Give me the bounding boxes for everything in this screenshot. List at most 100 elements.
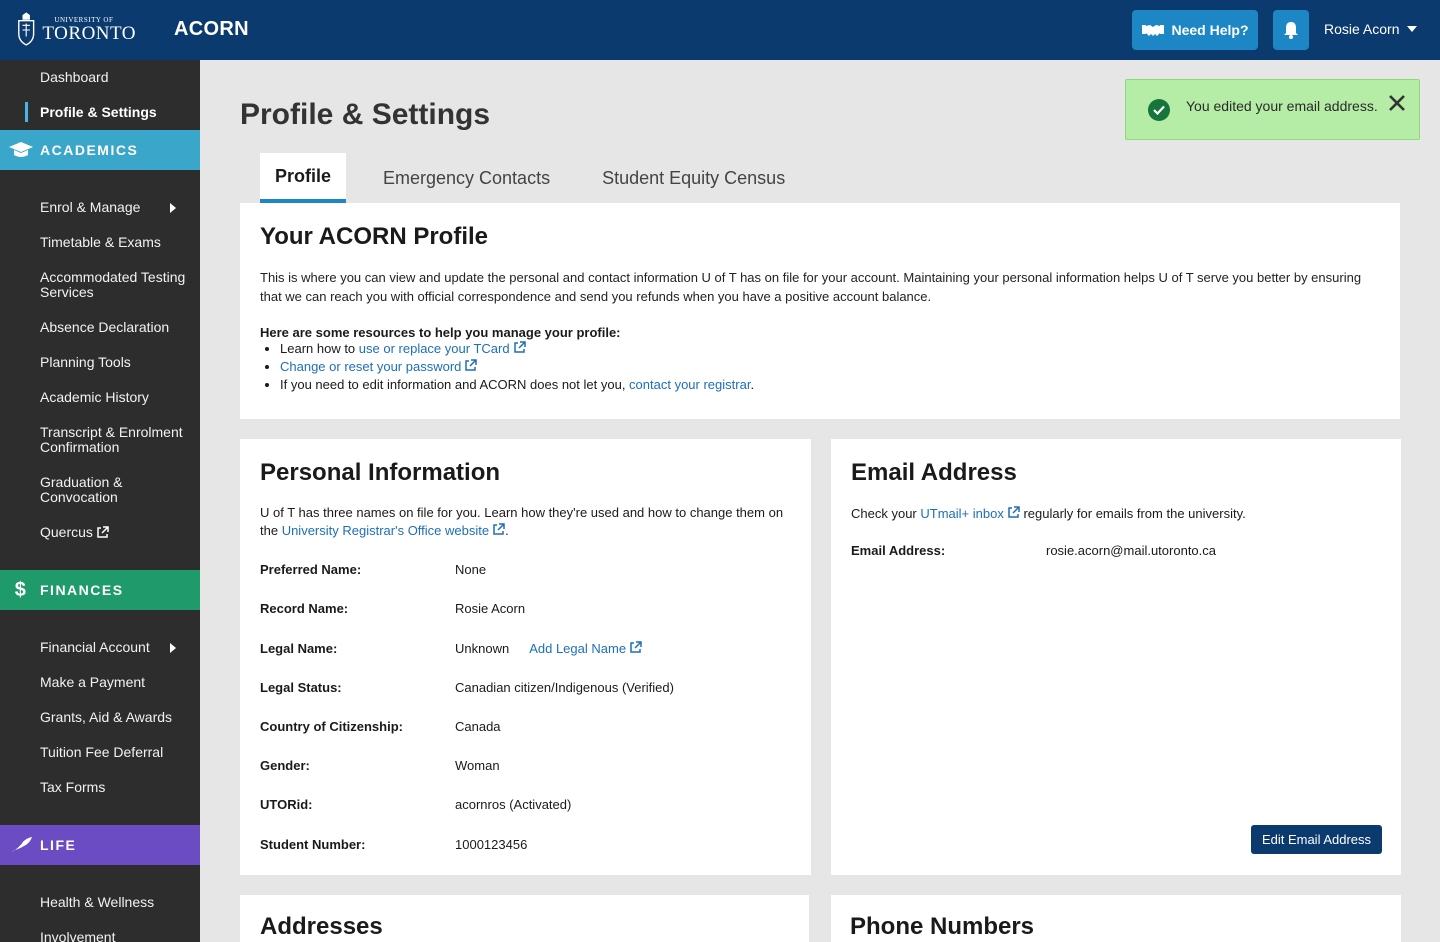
edit-email-button[interactable]: Edit Email Address (1251, 825, 1382, 854)
tab-emergency-contacts[interactable]: Emergency Contacts (383, 153, 550, 203)
addresses-card: Addresses (240, 895, 809, 942)
sidebar-item-tax-forms[interactable]: Tax Forms (40, 780, 190, 795)
phone-numbers-card: Phone Numbers (831, 895, 1401, 942)
profile-description: This is where you can view and update th… (260, 270, 1362, 304)
sidebar-section-academics[interactable]: ACADEMICS (0, 130, 200, 170)
info-row-legal-name: Legal Name: Unknown Add Legal Name (260, 641, 642, 656)
need-help-button[interactable]: Need Help? (1132, 10, 1258, 50)
check-circle-icon (1148, 99, 1170, 121)
notifications-button[interactable] (1273, 10, 1309, 50)
caret-down-icon (1407, 26, 1418, 32)
personal-heading: Personal Information (260, 459, 501, 486)
field-value: Canada (455, 719, 501, 734)
info-row-record-name: Record Name: Rosie Acorn (260, 601, 525, 616)
sidebar-item-academic-history[interactable]: Academic History (40, 390, 190, 405)
user-menu[interactable]: Rosie Acorn (1324, 21, 1418, 37)
personal-intro: U of T has three names on file for you. … (260, 504, 791, 540)
email-intro-suffix: regularly for emails from the university… (1019, 506, 1246, 521)
add-legal-name-link[interactable]: Add Legal Name (529, 641, 626, 656)
sidebar-item-make-payment[interactable]: Make a Payment (40, 675, 190, 690)
sidebar-item-quercus[interactable]: Quercus (40, 525, 190, 540)
external-link-icon (630, 641, 642, 653)
close-icon[interactable] (1388, 94, 1406, 112)
sidebar-item-grants-aid[interactable]: Grants, Aid & Awards (40, 710, 190, 725)
sidebar-item-involvement[interactable]: Involvement (40, 930, 190, 942)
field-label: UTORid: (260, 797, 313, 812)
handshake-icon (1142, 25, 1165, 36)
profile-heading: Your ACORN Profile (260, 223, 489, 250)
sidebar-item-health-wellness[interactable]: Health & Wellness (40, 895, 190, 910)
info-row-utorid: UTORid: acornros (Activated) (260, 797, 571, 812)
utmail-inbox-link[interactable]: UTmail+ inbox (920, 506, 1003, 521)
email-intro: Check your UTmail+ inbox regularly for e… (851, 506, 1381, 521)
sidebar-section-life[interactable]: LIFE (0, 825, 200, 865)
email-address-card: Email Address Check your UTmail+ inbox r… (831, 439, 1401, 875)
app-title[interactable]: ACORN (174, 18, 249, 41)
field-label: Gender: (260, 758, 310, 773)
sidebar-item-transcript[interactable]: Transcript & Enrolment Confirmation (40, 425, 190, 455)
sidebar-item-profile-settings[interactable]: Profile & Settings (40, 105, 190, 120)
tcard-link[interactable]: use or replace your TCard (359, 341, 510, 356)
field-value: None (455, 562, 487, 577)
list-item: If you need to edit information and ACOR… (280, 376, 1380, 394)
field-label: Legal Status: (260, 680, 342, 695)
info-row-email: Email Address: rosie.acorn@mail.utoronto… (851, 543, 1216, 558)
toast-message: You edited your email address. (1186, 98, 1378, 114)
resource-suffix: . (750, 377, 755, 392)
quercus-label: Quercus (40, 524, 93, 540)
sidebar-item-timetable-exams[interactable]: Timetable & Exams (40, 235, 190, 250)
sidebar-item-accommodated-testing[interactable]: Accommodated Testing Services (40, 270, 190, 300)
addresses-heading: Addresses (260, 913, 383, 940)
user-name: Rosie Acorn (1324, 21, 1400, 37)
feather-icon (8, 834, 34, 856)
sidebar-item-planning-tools[interactable]: Planning Tools (40, 355, 190, 370)
resource-text: Learn how to (280, 341, 359, 356)
phones-heading: Phone Numbers (850, 913, 1035, 940)
chevron-right-icon (170, 643, 176, 653)
resource-text: If you need to edit information and ACOR… (280, 377, 630, 392)
external-link-icon (97, 526, 109, 538)
sidebar-section-finances[interactable]: $ FINANCES (0, 570, 200, 610)
chevron-right-icon (170, 203, 176, 213)
contact-registrar-link[interactable]: contact your registrar (629, 377, 750, 392)
field-value: acornros (Activated) (455, 797, 572, 812)
field-label: Country of Citizenship: (260, 719, 403, 734)
sidebar-item-enrol-manage[interactable]: Enrol & Manage (40, 200, 190, 215)
info-row-student-number: Student Number: 1000123456 (260, 837, 527, 852)
tab-student-equity-census[interactable]: Student Equity Census (602, 153, 785, 203)
email-intro-text: Check your (851, 506, 921, 521)
list-item: Learn how to use or replace your TCard (280, 340, 1380, 358)
email-heading: Email Address (851, 459, 1017, 486)
dollar-icon: $ (14, 578, 28, 601)
external-link-icon (493, 523, 505, 535)
resources-list: Learn how to use or replace your TCard C… (280, 340, 1380, 394)
field-label: Record Name: (260, 601, 349, 616)
sidebar-item-absence-declaration[interactable]: Absence Declaration (40, 320, 190, 335)
acorn-profile-card: Your ACORN Profile This is where you can… (240, 203, 1400, 419)
need-help-label: Need Help? (1171, 22, 1249, 38)
sidebar-item-graduation[interactable]: Graduation & Convocation (40, 475, 190, 505)
personal-intro-suffix: . (505, 523, 509, 538)
university-logo[interactable]: UNIVERSITY OF TORONTO (16, 8, 136, 52)
sidebar-item-dashboard[interactable]: Dashboard (40, 70, 190, 85)
field-value: Unknown (455, 641, 510, 656)
registrar-office-link[interactable]: University Registrar's Office website (282, 523, 489, 538)
sidebar: Dashboard Profile & Settings ACADEMICS E… (0, 60, 200, 942)
sidebar-item-tuition-deferral[interactable]: Tuition Fee Deferral (40, 745, 190, 760)
bell-icon (1284, 22, 1298, 39)
field-value: Canadian citizen/Indigenous (Verified) (455, 680, 674, 695)
active-indicator (25, 102, 28, 122)
field-value: Woman (455, 758, 500, 773)
info-row-citizenship: Country of Citizenship: Canada (260, 719, 501, 734)
resources-title: Here are some resources to help you mana… (260, 325, 621, 340)
external-link-icon (465, 359, 478, 371)
sidebar-item-financial-account[interactable]: Financial Account (40, 640, 190, 655)
field-label: Student Number: (260, 837, 366, 852)
page-title: Profile & Settings (240, 98, 491, 131)
finances-title: FINANCES (40, 582, 124, 598)
crest-icon (18, 12, 35, 46)
tab-profile[interactable]: Profile (260, 153, 346, 203)
password-link[interactable]: Change or reset your password (280, 359, 461, 374)
field-value: Rosie Acorn (455, 601, 526, 616)
top-bar: UNIVERSITY OF TORONTO ACORN Need Help? R… (0, 0, 1440, 60)
